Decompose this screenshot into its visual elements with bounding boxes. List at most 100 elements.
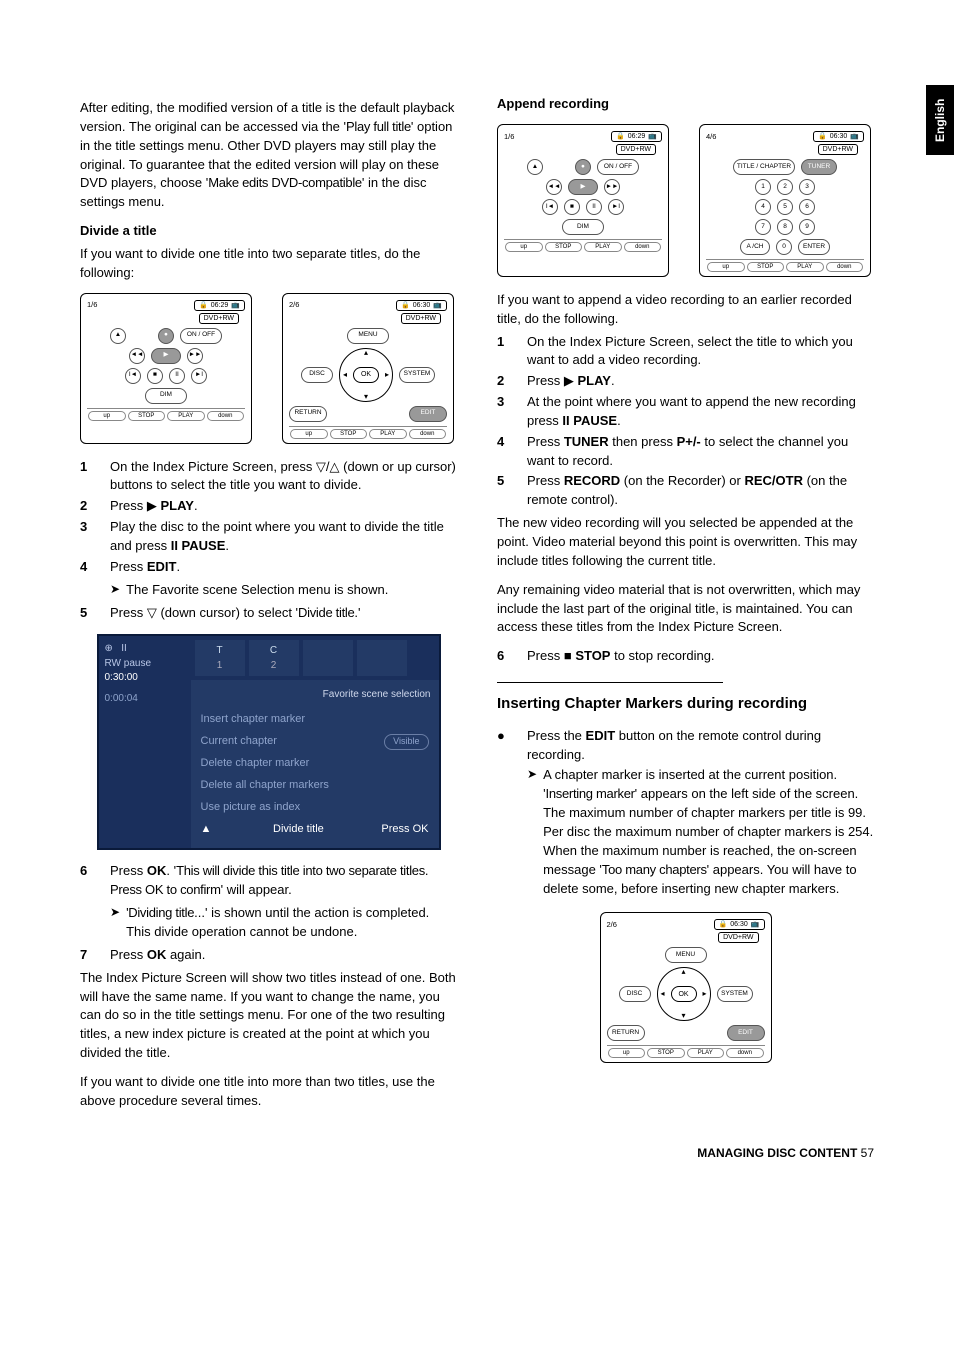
enter-button: ENTER [798, 239, 830, 255]
remote-5: 2/6 🔒06:30📺 DVD+RW MENU DISC ▴▾◂▸ OK SYS… [600, 912, 772, 1063]
step-text: Press ▶ PLAY. [110, 497, 457, 516]
edit-button: EDIT [727, 1025, 765, 1041]
disc-button: DISC [301, 367, 333, 383]
step-text: Press OK again. [110, 946, 457, 965]
osd-make-edits: Make edits DVD-compatible [208, 175, 362, 190]
dim-button: DIM [145, 388, 187, 404]
remote-3: 1/6 🔒06:29📺 DVD+RW ▲●ON / OFF ◄◄▶►► I◄■I… [497, 124, 669, 277]
substep: The Favorite scene Selection menu is sho… [80, 581, 457, 600]
substep: 'Dividing title...' is shown until the a… [80, 904, 457, 942]
step-text: Play the disc to the point where you wan… [110, 518, 457, 556]
lcd-3: 🔒06:29📺 [611, 131, 662, 142]
prev-icon: I◄ [542, 199, 558, 215]
append-intro: If you want to append a video recording … [497, 291, 874, 329]
divide-steps-1: 1 On the Index Picture Screen, press ▽/△ … [80, 458, 457, 577]
intro-paragraph: After editing, the modified version of a… [80, 99, 457, 212]
step-num: 3 [80, 518, 92, 556]
divide-intro: If you want to divide one title into two… [80, 245, 457, 283]
stop-icon: ■ [147, 368, 163, 384]
osd-play-full-title: Play full title [346, 119, 411, 134]
prev-icon: I◄ [125, 368, 141, 384]
remote-illustrations-2: 1/6 🔒06:29📺 DVD+RW ▲●ON / OFF ◄◄▶►► I◄■I… [497, 124, 874, 277]
tuner-button: TUNER [801, 159, 837, 175]
step-text: Press OK. 'This will divide this title i… [110, 862, 457, 900]
append-para-1: The new video recording will you selecte… [497, 514, 874, 571]
stop-icon: ■ [564, 199, 580, 215]
eject-icon: ▲ [110, 328, 126, 344]
lcd-1: 🔒06:29📺 [194, 300, 245, 311]
nav-ring: ▴▾◂▸ OK [339, 348, 393, 402]
play-icon: ▶ [151, 348, 181, 364]
language-tab: English [926, 85, 954, 155]
record-icon: ● [158, 328, 174, 344]
lcd-dvdrw-5: DVD+RW [718, 932, 758, 943]
bottom-buttons-5: upSTOPPLAYdown [607, 1045, 765, 1058]
onoff-button: ON / OFF [597, 159, 639, 175]
shot-thumbs: T1 C2 [191, 636, 439, 680]
step-num: 4 [80, 558, 92, 577]
right-column: Append recording 1/6 🔒06:29📺 DVD+RW ▲●ON… [497, 95, 874, 1121]
step-num: 2 [80, 497, 92, 516]
lcd-dvdrw-4: DVD+RW [818, 144, 858, 155]
system-button: SYSTEM [717, 986, 753, 1002]
record-icon: ● [575, 159, 591, 175]
counter-2: 2/6 [289, 301, 299, 309]
step-num: 5 [80, 604, 92, 623]
remote-4: 4/6 🔒06:30📺 DVD+RW TITLE / CHAPTERTUNER … [699, 124, 871, 277]
return-button: RETURN [607, 1025, 645, 1041]
play-icon: ▶ [568, 179, 598, 195]
left-column: After editing, the modified version of a… [80, 95, 457, 1121]
bottom-buttons-4: upSTOPPLAYdown [706, 259, 864, 272]
page-footer: MANAGING DISC CONTENT 57 [80, 1145, 874, 1162]
lcd-dvdrw-3: DVD+RW [616, 144, 656, 155]
lcd-4: 🔒06:30📺 [813, 131, 864, 142]
lcd-2: 🔒06:30📺 [396, 300, 447, 311]
remote-illustrations-1: 1/6 🔒06:29📺 DVD+RW ▲ ● ON / OFF ◄◄ ▶ ►► I◄ ■ I… [80, 293, 457, 444]
step-text: Press ▽ (down cursor) to select 'Divide … [110, 604, 457, 623]
eject-icon: ▲ [527, 159, 543, 175]
titlech-button: TITLE / CHAPTER [733, 159, 795, 175]
rewind-icon: ◄◄ [129, 348, 145, 364]
step-num: 1 [80, 458, 92, 496]
pause-icon: II [586, 199, 602, 215]
divide-step-7: 7 Press OK again. [80, 946, 457, 965]
ok-button: OK [671, 986, 697, 1002]
lcd-5: 🔒06:30📺 [714, 919, 765, 930]
pause-icon: II [169, 368, 185, 384]
nav-ring: ▴▾◂▸ OK [657, 967, 711, 1021]
insert-sub: A chapter marker is inserted at the curr… [497, 766, 874, 898]
counter-4: 4/6 [706, 133, 716, 141]
system-button: SYSTEM [399, 367, 435, 383]
heading-insert-markers: Inserting Chapter Markers during recordi… [497, 693, 874, 715]
next-icon: ►I [191, 368, 207, 384]
onoff-button: ON / OFF [180, 328, 222, 344]
bottom-buttons-1: upSTOPPLAYdown [87, 408, 245, 421]
shot-menu: Favorite scene selection Insert chapter … [191, 680, 439, 848]
ach-button: A /CH [740, 239, 770, 255]
step-text: Press EDIT. [110, 558, 457, 577]
return-button: RETURN [289, 406, 327, 422]
divide-step-5: 5 Press ▽ (down cursor) to select 'Divide… [80, 604, 457, 623]
divide-para-2: If you want to divide one title into mor… [80, 1073, 457, 1111]
step-num: 7 [80, 946, 92, 965]
insert-bullet: Press the EDIT button on the remote cont… [497, 727, 874, 765]
rewind-icon: ◄◄ [546, 179, 562, 195]
ffwd-icon: ►► [187, 348, 203, 364]
append-steps: 1On the Index Picture Screen, select the… [497, 333, 874, 511]
menu-button: MENU [347, 328, 389, 344]
edit-button: EDIT [409, 406, 447, 422]
step-text: On the Index Picture Screen, press ▽/△ (… [110, 458, 457, 496]
menu-button: MENU [665, 947, 707, 963]
counter-1: 1/6 [87, 301, 97, 309]
counter-5: 2/6 [607, 921, 617, 929]
append-para-2: Any remaining video material that is not… [497, 581, 874, 638]
divide-para-1: The Index Picture Screen will show two t… [80, 969, 457, 1063]
shot-title: Favorite scene selection [199, 688, 431, 703]
bottom-buttons-3: upSTOPPLAYdown [504, 239, 662, 252]
bottom-buttons-2: upSTOPPLAYdown [289, 426, 447, 439]
disc-button: DISC [619, 986, 651, 1002]
heading-divide-title: Divide a title [80, 222, 457, 241]
divide-step-6: 6Press OK. 'This will divide this title … [80, 862, 457, 900]
append-step-6: 6Press ■ STOP to stop recording. [497, 647, 874, 666]
lcd-dvdrw-2: DVD+RW [401, 313, 441, 324]
